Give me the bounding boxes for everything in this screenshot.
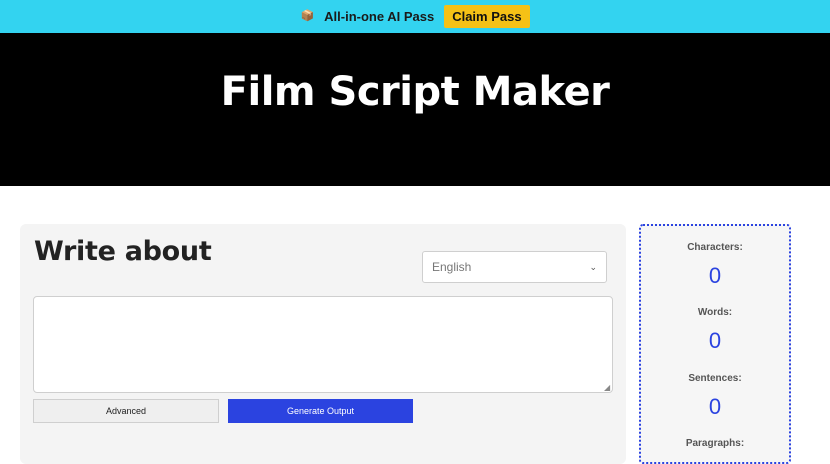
topic-textarea[interactable]	[33, 296, 613, 393]
language-select[interactable]: English ⌄	[422, 251, 607, 283]
chevron-down-icon: ⌄	[589, 261, 597, 272]
promo-text: All-in-one AI Pass	[324, 9, 435, 24]
form-title: Write about	[34, 236, 212, 267]
paragraphs-label: Paragraphs:	[685, 438, 745, 449]
stats-panel: Characters: 0 Words: 0 Sentences: 0 Para…	[639, 224, 791, 464]
characters-count: 0	[708, 263, 722, 288]
hero-banner: Film Script Maker	[0, 33, 830, 186]
characters-label: Characters:	[687, 242, 743, 253]
words-label: Words:	[697, 307, 733, 318]
sentences-label: Sentences:	[688, 373, 742, 384]
advanced-button[interactable]: Advanced	[33, 399, 219, 423]
claim-pass-button[interactable]: Claim Pass	[444, 5, 530, 28]
words-count: 0	[708, 328, 722, 353]
box-icon: 📦	[300, 10, 315, 22]
page-title: Film Script Maker	[220, 68, 610, 115]
sentences-count: 0	[708, 394, 722, 419]
resize-grip-icon[interactable]: ◢	[604, 384, 612, 392]
write-form-panel: Write about English ⌄ ◢ Advanced Generat…	[20, 224, 626, 464]
generate-output-button[interactable]: Generate Output	[228, 399, 413, 423]
language-select-value: English	[432, 260, 472, 274]
promo-bar: 📦 All-in-one AI Pass Claim Pass	[0, 0, 830, 33]
